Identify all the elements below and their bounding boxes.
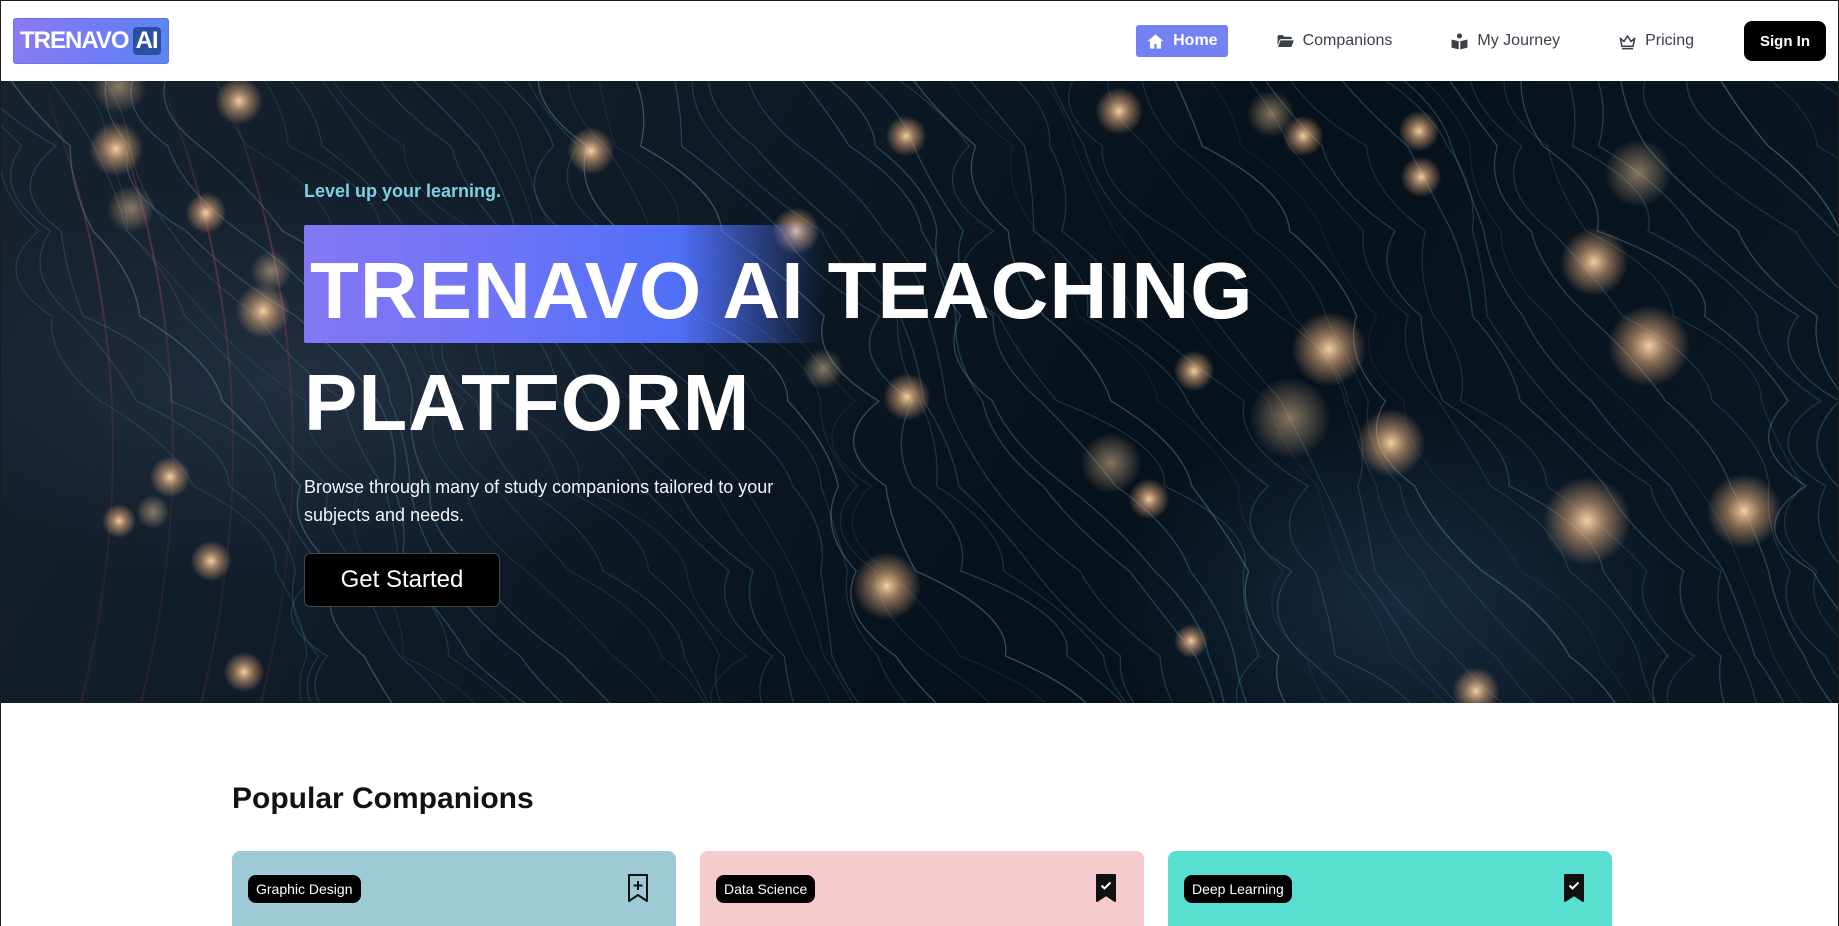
bookmark-filled-icon[interactable]: [1094, 873, 1118, 903]
bokeh-light: [1706, 473, 1782, 549]
fiber-line: [1686, 81, 1838, 237]
bokeh-light: [885, 115, 927, 157]
bokeh-light: [88, 121, 144, 177]
fiber-line: [1567, 81, 1838, 564]
brand-suffix: AI: [132, 27, 161, 55]
fiber-line: [1, 169, 308, 703]
brand-name: TRENAVO: [20, 27, 130, 54]
bokeh-light: [1400, 156, 1442, 198]
nav-item-label: My Journey: [1477, 32, 1561, 49]
subject-tag: Graphic Design: [248, 875, 361, 903]
bokeh-light: [91, 81, 147, 114]
nav-item-label: Home: [1173, 32, 1218, 49]
nav-item-home[interactable]: Home: [1136, 25, 1228, 57]
home-icon: [1147, 33, 1164, 49]
bokeh-light: [102, 504, 136, 538]
bokeh-light: [149, 456, 191, 498]
nav-item-companions[interactable]: Companions: [1266, 25, 1403, 57]
bokeh-light: [567, 127, 615, 175]
companion-card[interactable]: Deep Learning: [1168, 851, 1612, 926]
brand-logo[interactable]: TRENAVO AI: [13, 18, 169, 64]
bokeh-light: [1560, 228, 1628, 296]
hero-headline: TRENAVO AI TEACHING PLATFORM: [304, 235, 1410, 459]
hero-eyebrow: Level up your learning.: [304, 181, 502, 201]
bokeh-light: [107, 185, 155, 233]
popular-companions-title: Popular Companions: [232, 782, 534, 815]
bokeh-light: [1608, 305, 1690, 387]
nav-item-label: Pricing: [1645, 32, 1694, 49]
bookmark-add-icon[interactable]: [626, 873, 650, 903]
bokeh-light: [1095, 87, 1143, 135]
bokeh-light: [223, 651, 265, 693]
bokeh-light: [136, 495, 170, 529]
page: TRENAVO AI Home Companions My Journey Pr…: [0, 0, 1839, 926]
nav-item-my-journey[interactable]: My Journey: [1440, 25, 1570, 57]
companion-cards: Graphic Design Data Science Deep Learnin…: [232, 851, 1612, 926]
hero-description: Browse through many of study companions …: [304, 477, 774, 525]
bokeh-light: [1282, 115, 1324, 157]
subject-tag: Data Science: [716, 875, 816, 903]
companion-card[interactable]: Graphic Design: [232, 851, 676, 926]
bokeh-light: [1398, 110, 1440, 152]
headline-line-1: TRENAVO AI TEACHING: [310, 246, 1254, 335]
bokeh-light: [190, 540, 232, 582]
fiber-line: [40, 81, 114, 703]
bookmark-filled-icon[interactable]: [1562, 873, 1586, 903]
bokeh-light: [853, 552, 921, 620]
companion-card[interactable]: Data Science: [700, 851, 1144, 926]
bokeh-light: [1542, 476, 1632, 566]
bokeh-light: [1604, 139, 1672, 207]
fiber-line: [1520, 81, 1838, 611]
navbar: TRENAVO AI Home Companions My Journey Pr…: [1, 1, 1838, 81]
get-started-button[interactable]: Get Started: [304, 553, 500, 607]
subject-tag: Deep Learning: [1184, 875, 1292, 903]
book-reader-icon: [1451, 32, 1468, 49]
hero-section: Level up your learning. TRENAVO AI TEACH…: [1, 81, 1838, 703]
bokeh-light: [215, 81, 263, 125]
bokeh-light: [1174, 624, 1208, 658]
nav-links: Home Companions My Journey Pricing Sign …: [1136, 21, 1826, 61]
folder-open-icon: [1277, 34, 1294, 47]
sign-in-button[interactable]: Sign In: [1744, 21, 1826, 61]
bokeh-light: [1452, 667, 1500, 703]
nav-item-pricing[interactable]: Pricing: [1608, 25, 1704, 57]
bokeh-light: [1128, 478, 1170, 520]
nav-item-label: Companions: [1302, 32, 1393, 49]
bokeh-light: [250, 250, 292, 292]
headline-line-2: PLATFORM: [304, 358, 751, 447]
bokeh-light: [185, 192, 227, 234]
crown-icon: [1619, 34, 1636, 49]
bokeh-light: [235, 283, 291, 339]
